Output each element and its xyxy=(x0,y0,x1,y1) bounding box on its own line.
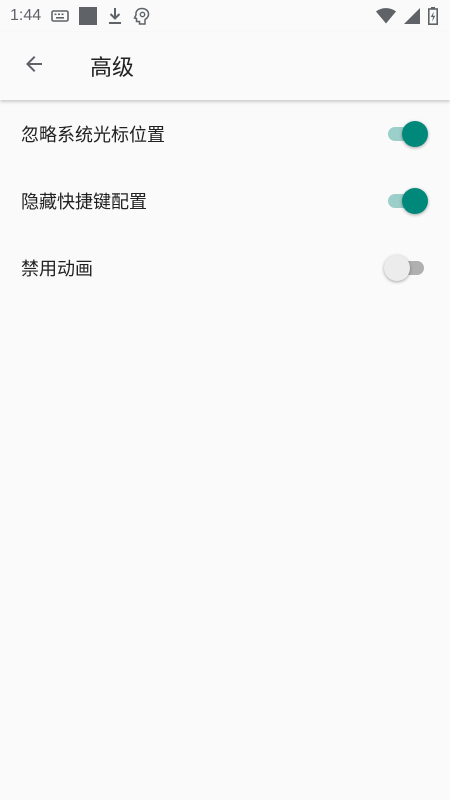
back-button[interactable] xyxy=(10,42,58,90)
download-icon xyxy=(107,7,123,25)
setting-label: 禁用动画 xyxy=(21,258,93,280)
status-right xyxy=(376,7,438,25)
setting-label: 隐藏快捷键配置 xyxy=(21,191,147,213)
setting-label: 忽略系统光标位置 xyxy=(21,124,165,146)
status-left: 1:44 xyxy=(10,7,151,25)
setting-ignore-system-cursor[interactable]: 忽略系统光标位置 xyxy=(0,100,450,167)
keyboard-icon xyxy=(51,9,69,23)
setting-hide-shortcut-config[interactable]: 隐藏快捷键配置 xyxy=(0,167,450,234)
switch-thumb xyxy=(402,120,428,147)
status-bar: 1:44 xyxy=(0,0,450,32)
brain-icon xyxy=(133,7,151,25)
toggle-switch[interactable] xyxy=(384,187,428,215)
switch-thumb xyxy=(402,187,428,214)
app-bar: 高级 xyxy=(0,32,450,100)
settings-list: 忽略系统光标位置 隐藏快捷键配置 禁用动画 xyxy=(0,100,450,301)
page-title: 高级 xyxy=(90,56,135,81)
arrow-back-icon xyxy=(22,52,46,80)
square-icon xyxy=(79,7,98,25)
toggle-switch[interactable] xyxy=(384,254,428,282)
status-time: 1:44 xyxy=(10,7,42,24)
switch-thumb xyxy=(384,254,410,281)
toggle-switch[interactable] xyxy=(384,120,428,148)
setting-disable-animation[interactable]: 禁用动画 xyxy=(0,234,450,301)
signal-icon xyxy=(404,8,420,24)
wifi-icon xyxy=(376,8,396,24)
battery-icon xyxy=(428,7,438,25)
